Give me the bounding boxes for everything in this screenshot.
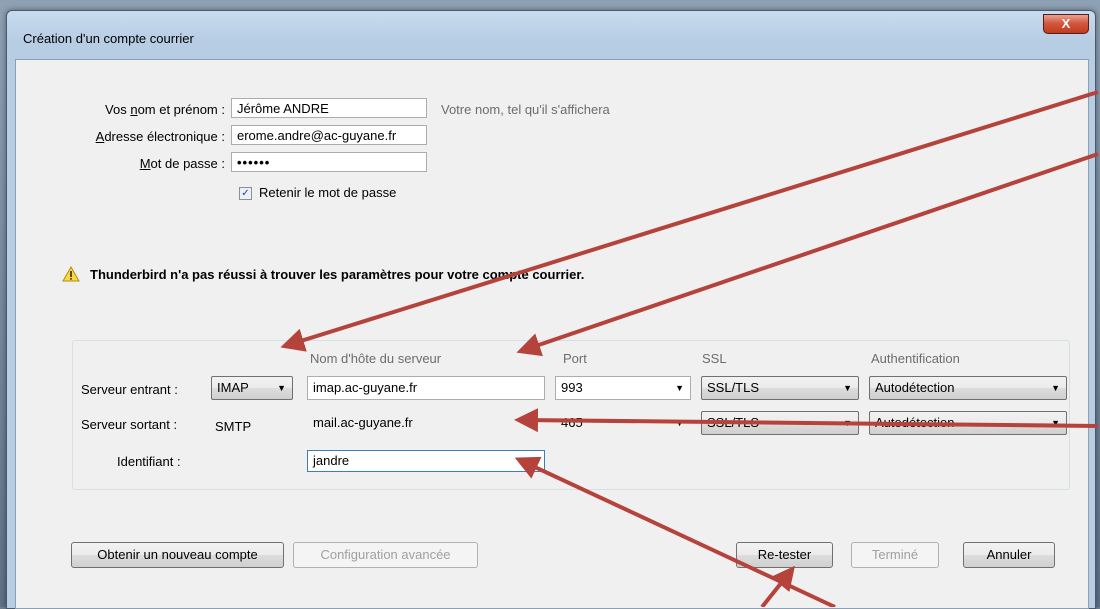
incoming-auth-value: Autodétection: [875, 380, 955, 395]
auth-column-header: Authentification: [871, 351, 960, 366]
retest-button[interactable]: Re-tester: [736, 542, 833, 568]
server-settings-group: Nom d'hôte du serveur Port SSL Authentif…: [72, 340, 1070, 490]
new-account-button[interactable]: Obtenir un nouveau compte: [71, 542, 284, 568]
close-button[interactable]: X: [1043, 14, 1089, 34]
incoming-protocol-value: IMAP: [217, 380, 249, 395]
outgoing-server-label: Serveur sortant :: [81, 417, 178, 432]
outgoing-port-value: 465: [561, 415, 583, 430]
outgoing-auth-value: Autodétection: [875, 415, 955, 430]
done-button[interactable]: Terminé: [851, 542, 939, 568]
username-input[interactable]: jandre: [307, 450, 545, 472]
password-input[interactable]: ••••••: [231, 152, 427, 172]
cancel-button[interactable]: Annuler: [963, 542, 1055, 568]
outgoing-hostname-combo[interactable]: mail.ac-guyane.fr ▼: [307, 411, 545, 435]
window-title: Création d'un compte courrier: [23, 31, 194, 46]
outgoing-auth-select[interactable]: Autodétection ▼: [869, 411, 1067, 435]
outgoing-port-combo[interactable]: 465 ▼: [555, 411, 691, 435]
chevron-down-icon: ▼: [277, 383, 286, 393]
incoming-ssl-select[interactable]: SSL/TLS ▼: [701, 376, 859, 400]
chevron-down-icon: ▼: [529, 418, 538, 428]
chevron-down-icon: ▼: [1051, 418, 1060, 428]
outgoing-protocol: SMTP: [215, 419, 252, 434]
port-column-header: Port: [563, 351, 587, 366]
chevron-down-icon: ▼: [675, 383, 684, 393]
email-label: Adresse électronique :: [95, 129, 225, 144]
advanced-config-button[interactable]: Configuration avancée: [293, 542, 478, 568]
dialog-window: Création d'un compte courrier X Vos nom …: [6, 10, 1096, 609]
chevron-down-icon: ▼: [675, 418, 684, 428]
remember-password-checkbox[interactable]: ✓: [239, 187, 252, 200]
username-label: Identifiant :: [117, 454, 181, 469]
warning-icon: [62, 266, 80, 282]
name-label: Vos nom et prénom :: [105, 102, 225, 117]
outgoing-ssl-select[interactable]: SSL/TLS ▼: [701, 411, 859, 435]
chevron-down-icon: ▼: [843, 418, 852, 428]
remember-password-label: Retenir le mot de passe: [259, 185, 397, 200]
chevron-down-icon: ▼: [1051, 383, 1060, 393]
ssl-column-header: SSL: [702, 351, 727, 366]
chevron-down-icon: ▼: [843, 383, 852, 393]
dialog-content: Vos nom et prénom : Jérôme ANDRE Votre n…: [15, 59, 1089, 609]
incoming-port-value: 993: [561, 380, 583, 395]
name-input[interactable]: Jérôme ANDRE: [231, 98, 427, 118]
incoming-auth-select[interactable]: Autodétection ▼: [869, 376, 1067, 400]
incoming-server-label: Serveur entrant :: [81, 382, 178, 397]
password-label: Mot de passe :: [139, 156, 225, 171]
incoming-port-combo[interactable]: 993 ▼: [555, 376, 691, 400]
hostname-column-header: Nom d'hôte du serveur: [310, 351, 442, 366]
incoming-protocol-select[interactable]: IMAP ▼: [211, 376, 293, 400]
outgoing-ssl-value: SSL/TLS: [707, 415, 760, 430]
email-input[interactable]: erome.andre@ac-guyane.fr: [231, 125, 427, 145]
title-bar: Création d'un compte courrier X: [7, 11, 1095, 51]
outgoing-hostname-value: mail.ac-guyane.fr: [313, 415, 413, 430]
name-hint: Votre nom, tel qu'il s'affichera: [441, 102, 610, 117]
incoming-ssl-value: SSL/TLS: [707, 380, 760, 395]
incoming-hostname-input[interactable]: imap.ac-guyane.fr: [307, 376, 545, 400]
warning-message: Thunderbird n'a pas réussi à trouver les…: [90, 267, 585, 282]
